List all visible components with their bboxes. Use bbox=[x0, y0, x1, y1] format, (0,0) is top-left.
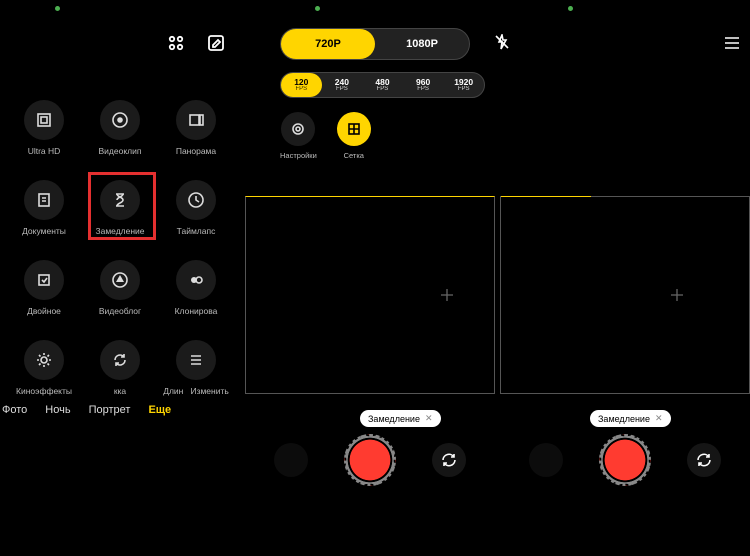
mode-panorama[interactable]: Панорама bbox=[162, 100, 230, 156]
menu-icon bbox=[187, 351, 205, 369]
panel-camera-1: 720P 1080P 120FPS 240FPS 480FPS 960FPS 1… bbox=[240, 0, 500, 556]
tab-night[interactable]: Ночь bbox=[45, 404, 70, 416]
mode-videoclip[interactable]: Видеоклип bbox=[86, 100, 154, 156]
gallery-button[interactable] bbox=[274, 443, 308, 477]
record-icon bbox=[111, 111, 129, 129]
mode-retouch[interactable]: кка bbox=[86, 340, 154, 396]
mode-vlog[interactable]: Видеоблог bbox=[86, 260, 154, 316]
switch-icon bbox=[440, 451, 458, 469]
mode-documents[interactable]: Документы bbox=[10, 180, 78, 236]
sparkle-icon bbox=[35, 351, 53, 369]
vlog-icon bbox=[111, 271, 129, 289]
panel-modes: Ultra HD Видеоклип Панорама Документы За… bbox=[0, 0, 240, 556]
edit-icon[interactable] bbox=[207, 34, 225, 52]
fps-toggle: 120FPS 240FPS 480FPS 960FPS 1920FPS bbox=[280, 72, 485, 98]
mode-ultrahd[interactable]: Ultra HD bbox=[10, 100, 78, 156]
preview-frame[interactable] bbox=[245, 196, 495, 394]
fps-960[interactable]: 960FPS bbox=[403, 73, 444, 97]
dual-icon bbox=[35, 271, 53, 289]
bottom-tabs: Фото Ночь Портрет Еще bbox=[0, 404, 240, 416]
tab-portrait[interactable]: Портрет bbox=[89, 404, 131, 416]
mode-long-edit[interactable]: Длин Изменить bbox=[162, 340, 230, 396]
mode-clone[interactable]: Клонирова bbox=[162, 260, 230, 316]
mode-slowmo[interactable]: Замедление bbox=[86, 180, 154, 236]
switch-icon bbox=[695, 451, 713, 469]
gear-icon bbox=[290, 121, 306, 137]
shutter-button[interactable] bbox=[344, 434, 396, 486]
clone-icon bbox=[187, 271, 205, 289]
panorama-icon bbox=[187, 111, 205, 129]
mode-grid: Ultra HD Видеоклип Панорама Документы За… bbox=[10, 100, 230, 396]
panel-camera-2: Замедление✕ bbox=[500, 0, 750, 556]
resolution-toggle: 720P 1080P bbox=[280, 28, 470, 60]
hourglass-icon bbox=[111, 191, 129, 209]
ultrahd-icon bbox=[35, 111, 53, 129]
switch-camera-button[interactable] bbox=[687, 443, 721, 477]
mode-cinema[interactable]: Киноэффекты bbox=[10, 340, 78, 396]
refresh-icon bbox=[111, 351, 129, 369]
control-grid[interactable]: Сетка bbox=[337, 112, 371, 160]
shutter-button[interactable] bbox=[599, 434, 651, 486]
hamburger-icon[interactable] bbox=[724, 36, 740, 50]
mode-dual[interactable]: Двойное bbox=[10, 260, 78, 316]
gallery-button[interactable] bbox=[529, 443, 563, 477]
fps-240[interactable]: 240FPS bbox=[322, 73, 363, 97]
focus-crosshair-icon bbox=[670, 288, 684, 302]
tab-more[interactable]: Еще bbox=[148, 404, 171, 416]
close-icon[interactable]: ✕ bbox=[655, 413, 663, 424]
mode-timelapse[interactable]: Таймлапс bbox=[162, 180, 230, 236]
preview-frame[interactable] bbox=[500, 196, 750, 394]
tab-photo[interactable]: Фото bbox=[2, 404, 27, 416]
mode-tag[interactable]: Замедление✕ bbox=[590, 410, 671, 427]
res-720p[interactable]: 720P bbox=[281, 29, 375, 59]
fps-1920[interactable]: 1920FPS bbox=[443, 73, 484, 97]
fps-120[interactable]: 120FPS bbox=[281, 73, 322, 97]
fps-480[interactable]: 480FPS bbox=[362, 73, 403, 97]
apps-icon[interactable] bbox=[167, 34, 185, 52]
document-icon bbox=[35, 191, 53, 209]
mode-tag[interactable]: Замедление✕ bbox=[360, 410, 441, 427]
focus-crosshair-icon bbox=[440, 288, 454, 302]
switch-camera-button[interactable] bbox=[432, 443, 466, 477]
control-settings[interactable]: Настройки bbox=[280, 112, 317, 160]
res-1080p[interactable]: 1080P bbox=[375, 29, 469, 59]
close-icon[interactable]: ✕ bbox=[425, 413, 433, 424]
grid-icon bbox=[346, 121, 362, 137]
clock-icon bbox=[187, 191, 205, 209]
